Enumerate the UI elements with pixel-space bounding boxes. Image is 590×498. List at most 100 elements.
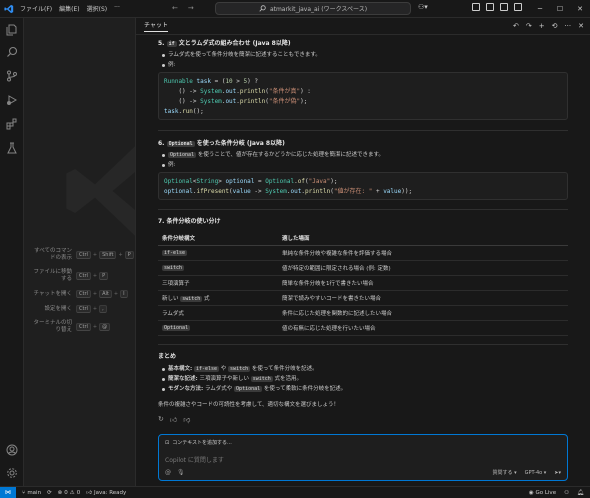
send-icon[interactable]: ➤▾ — [554, 470, 561, 476]
inline-code: switch — [180, 296, 203, 302]
chat-tab[interactable]: チャット — [144, 20, 168, 32]
chat-actions: ↶ ↷ + ⟲ ··· ✕ — [513, 22, 584, 30]
code-line: () -> System.out.println("条件が偽"); — [164, 98, 308, 105]
comparison-table: 条件分岐構文 適した場面 if-else 単純な条件分岐や複雑な条件を評価する場… — [158, 231, 568, 336]
table-header-row: 条件分岐構文 適した場面 — [158, 231, 568, 246]
section-6-heading: 6. Optional を使った条件分岐 (Java 8以降) — [158, 140, 285, 147]
table-row: if-else 単純な条件分岐や複雑な条件を評価する場合 — [158, 245, 568, 261]
code-line: Optional<String> optional = Optional.of(… — [164, 178, 338, 185]
thumbs-down-icon[interactable]: 👎︎ — [183, 415, 190, 424]
customize-layout-icon[interactable] — [514, 3, 522, 11]
shortcut-row: すべてのコマンドの表示 Ctrl + Shift + P — [28, 248, 134, 262]
toggle-secondary-sidebar-icon[interactable] — [500, 3, 508, 11]
shortcut-row: 設定を開く Ctrl + , — [28, 305, 132, 313]
shortcut-label: ターミナルの切り替え — [33, 320, 72, 333]
problems-indicator[interactable]: ⊗ 0 ⚠ 0 — [58, 490, 81, 496]
table-row: Optional 値の有無に応じた処理を行いたい場合 — [158, 320, 568, 336]
table-cell: 簡潔で読みやすいコードを書きたい場合 — [278, 290, 568, 306]
list-item: 基本構文: if-else や switch を使って条件分岐を記述。 — [158, 364, 568, 374]
model-dropdown[interactable]: GPT-4o ▾ — [525, 470, 547, 476]
key: Alt — [99, 290, 112, 298]
menu-selection[interactable]: 選択(S) — [87, 4, 108, 13]
microphone-icon[interactable]: 🎙︎ — [177, 469, 185, 476]
chat-response: 5. if 文とラムダ式の組み合わせ (Java 8以降) ラムダ式を使って条件… — [158, 36, 568, 436]
maximize-icon[interactable]: ☐ — [550, 0, 570, 18]
code-block[interactable]: Optional<String> optional = Optional.of(… — [158, 172, 568, 200]
menu-edit[interactable]: 編集(E) — [59, 4, 79, 13]
chat-input-toolbar: @ 🎙︎ 質問する ▾ GPT-4o ▾ ➤▾ — [165, 469, 561, 476]
inline-code: Optional — [166, 141, 195, 147]
key: Ctrl — [76, 290, 91, 298]
table-cell: if-else — [158, 245, 278, 261]
account-icon[interactable] — [5, 443, 19, 457]
redo-icon[interactable]: ↷ — [526, 22, 532, 30]
chat-input-right: 質問する ▾ GPT-4o ▾ ➤▾ — [493, 469, 561, 477]
shortcut-keys: Ctrl + @ — [76, 323, 132, 331]
mode-dropdown[interactable]: 質問する ▾ — [493, 469, 517, 476]
java-status[interactable]: 👍︎ Java: Ready — [86, 490, 126, 496]
status-bar: ⋈ ⑂ main ⟳ ⊗ 0 ⚠ 0 👍︎ Java: Ready ◉ Go L… — [0, 486, 590, 498]
extensions-icon[interactable] — [5, 117, 19, 131]
branch-indicator[interactable]: ⑂ main — [22, 490, 41, 496]
mention-icon[interactable]: @ — [165, 469, 171, 476]
table-row: 新しい switch 式 簡潔で読みやすいコードを書きたい場合 — [158, 290, 568, 306]
toggle-primary-sidebar-icon[interactable] — [472, 3, 480, 11]
list-item: ラムダ式を使って条件分岐を簡潔に記述することもできます。 — [158, 50, 568, 60]
remote-indicator-icon[interactable]: ⋈ — [0, 486, 16, 498]
testing-icon[interactable] — [5, 141, 19, 155]
sync-icon[interactable]: ⟳ — [47, 490, 52, 496]
go-live-button[interactable]: ◉ Go Live — [529, 490, 556, 496]
bullet-list: ラムダ式を使って条件分岐を簡潔に記述することもできます。 例: — [158, 50, 568, 70]
shortcut-label: ファイルに移動する — [33, 269, 72, 282]
new-chat-plus-icon[interactable]: + — [539, 22, 545, 30]
shortcut-keys: Ctrl + P — [76, 272, 132, 280]
shortcut-row: ターミナルの切り替え Ctrl + @ — [28, 320, 132, 334]
shortcut-label: チャットを開く — [33, 290, 72, 297]
bullet-list: Optional を使うことで、値が存在するかどうかに応じた処理を簡潔に記述でき… — [158, 150, 568, 170]
warning-icon: ⚠ — [69, 489, 75, 496]
key: Ctrl — [76, 251, 91, 259]
code-line: task.run(); — [164, 108, 204, 115]
table-cell: 値が特定の範囲に限定される場合 (例: 定数) — [278, 260, 568, 276]
close-panel-icon[interactable]: ✕ — [578, 22, 584, 30]
toggle-panel-icon[interactable] — [486, 3, 494, 11]
run-debug-icon[interactable] — [5, 93, 19, 107]
branch-name: main — [27, 489, 42, 496]
code-block[interactable]: Runnable task = (10 > 5) ? () -> System.… — [158, 72, 568, 120]
chat-input-placeholder[interactable]: Copilot に質問します — [165, 455, 224, 464]
vscode-logo-icon — [0, 0, 18, 18]
forward-arrow-icon[interactable]: → — [188, 4, 194, 12]
explorer-icon[interactable] — [5, 23, 19, 37]
command-center-search[interactable]: atmarkit_java_ai (ワークスペース) — [215, 2, 411, 15]
copilot-status-icon[interactable]: ⚇ — [564, 490, 569, 496]
inline-code: switch — [228, 366, 251, 372]
undo-icon[interactable]: ↶ — [513, 22, 519, 30]
back-arrow-icon[interactable]: ← — [172, 4, 178, 12]
add-context-button[interactable]: ⊡ コンテキストを追加する... — [165, 439, 232, 447]
key: I — [120, 290, 128, 298]
divider — [158, 209, 568, 210]
history-icon[interactable]: ⟲ — [552, 22, 558, 30]
close-window-icon[interactable]: ✕ — [570, 0, 590, 18]
notifications-bell-icon[interactable]: 🔔︎ — [577, 490, 584, 496]
more-actions-icon[interactable]: ··· — [564, 22, 571, 30]
source-control-icon[interactable] — [5, 69, 19, 83]
manage-gear-icon[interactable] — [5, 466, 19, 480]
thumbs-up-icon[interactable]: 👍︎ — [170, 415, 177, 424]
retry-icon[interactable]: ↻ — [158, 415, 164, 424]
editor-area: すべてのコマンドの表示 Ctrl + Shift + P ファイルに移動する Ctr… — [24, 18, 135, 486]
menu-more[interactable]: ··· — [114, 4, 120, 13]
key: P — [99, 272, 109, 280]
minimize-icon[interactable]: ─ — [530, 0, 550, 18]
feedback-actions: ↻ 👍︎ 👎︎ — [158, 415, 568, 424]
divider — [158, 344, 568, 345]
search-icon[interactable] — [5, 45, 19, 59]
copilot-menu-icon[interactable]: ⚇▾ — [418, 3, 428, 11]
closing-text: 条件の複雑さやコードの可読性を考慮して、適切な構文を選びましょう！ — [158, 402, 340, 408]
inline-code: if-else — [162, 250, 188, 256]
key: P — [124, 251, 134, 259]
table-cell: 値の有無に応じた処理を行いたい場合 — [278, 320, 568, 336]
chat-input-box[interactable]: ⊡ コンテキストを追加する... Copilot に質問します @ 🎙︎ 質問す… — [158, 434, 568, 481]
menu-file[interactable]: ファイル(F) — [20, 4, 52, 13]
table-cell: 新しい switch 式 — [158, 290, 278, 306]
